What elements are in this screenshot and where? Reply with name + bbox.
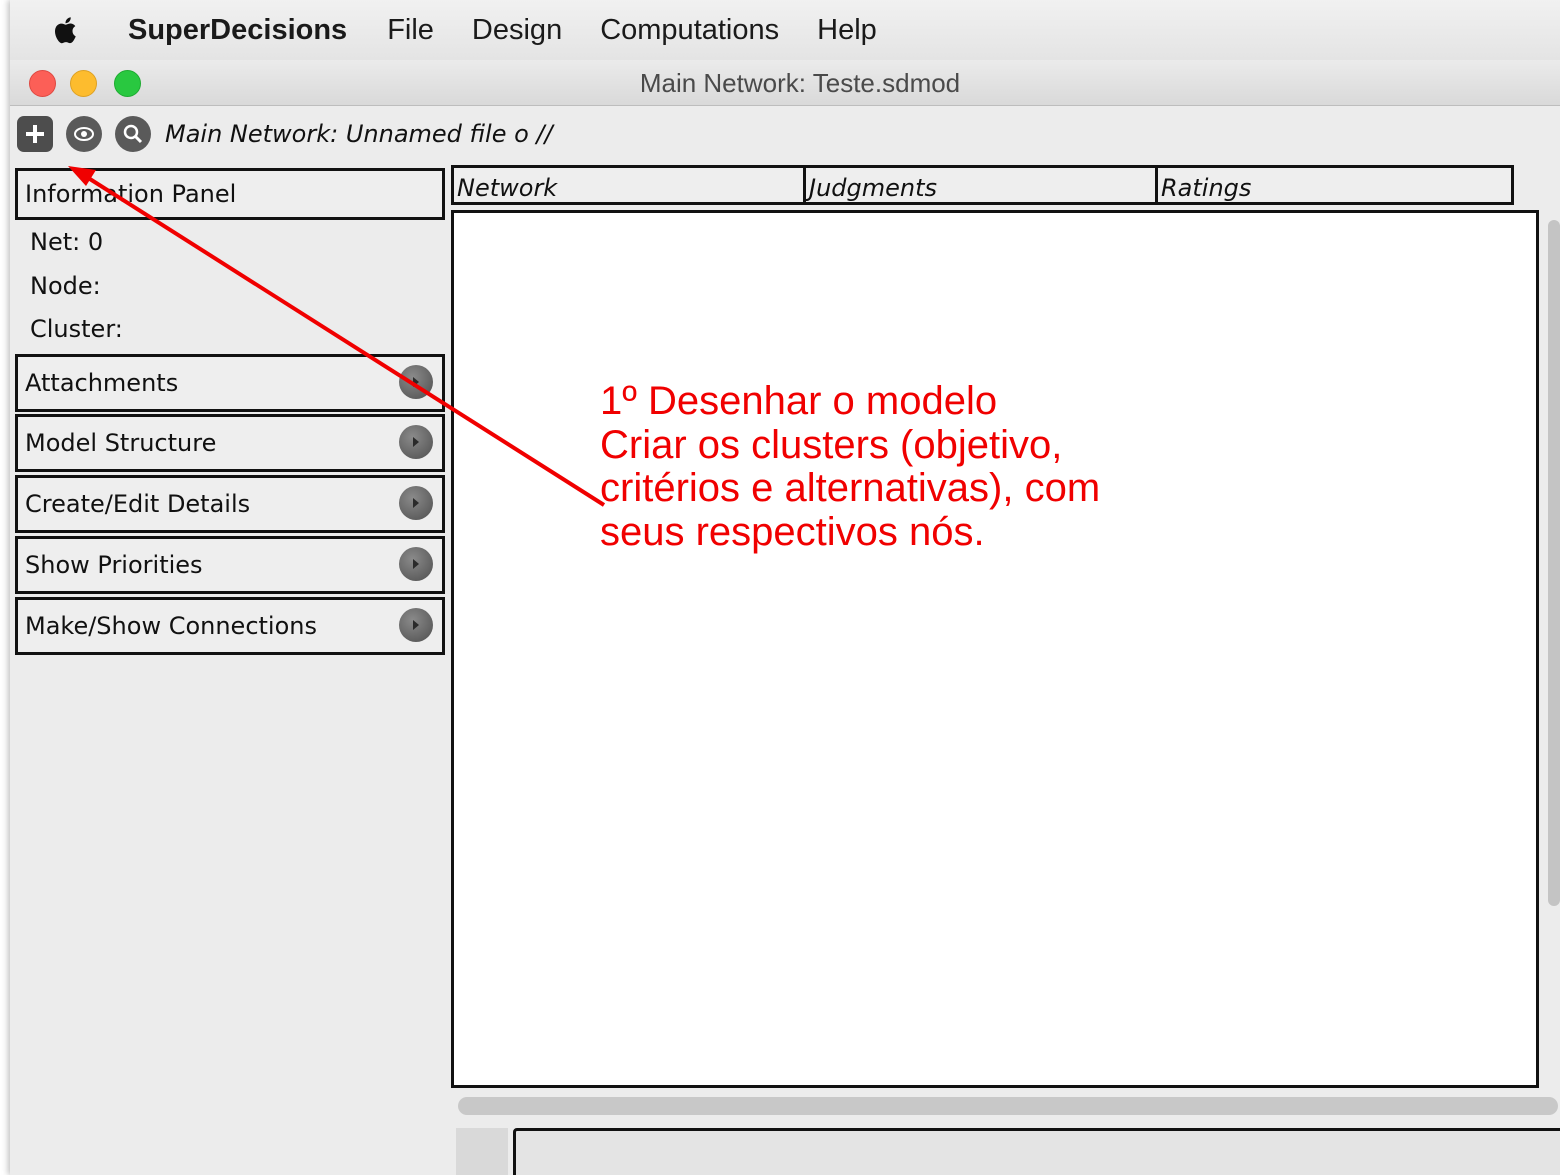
section-make-show-connections-label: Make/Show Connections [25,612,317,640]
section-create-edit-details[interactable]: Create/Edit Details [15,475,445,533]
annotation-line-3: critérios e alternativas), com [600,466,1101,510]
information-panel-label: Information Panel [25,180,237,208]
section-show-priorities-label: Show Priorities [25,551,203,579]
node-info: Node: [30,272,101,300]
network-path-label: Main Network: Unnamed file o // [165,120,553,148]
menu-help[interactable]: Help [817,14,877,47]
superdecisions-window: SuperDecisions File Design Computations … [10,0,1560,1175]
eye-icon[interactable] [66,116,102,152]
menu-file[interactable]: File [387,14,434,47]
annotation-line-2: Criar os clusters (objetivo, [600,422,1063,467]
chevron-right-icon[interactable] [399,365,433,399]
vertical-scrollbar[interactable] [1548,220,1560,906]
horizontal-scrollbar[interactable] [458,1097,1558,1115]
title-bar: Main Network: Teste.sdmod [10,60,1560,106]
section-attachments-label: Attachments [25,369,179,397]
menu-bar: SuperDecisions File Design Computations … [10,0,1560,61]
apple-menu-icon[interactable] [52,14,92,46]
bottom-status-field [513,1128,1560,1175]
information-panel-header[interactable]: Information Panel [15,168,445,220]
tab-ratings[interactable]: Ratings [1155,165,1514,205]
menu-app-name[interactable]: SuperDecisions [128,14,347,47]
tab-network[interactable]: Network [451,165,806,205]
left-panel: Information Panel Net: 0 Node: Cluster: … [10,162,450,1175]
annotation-line-4: seus respectivos nós. [600,509,985,554]
section-create-edit-details-label: Create/Edit Details [25,490,251,518]
menu-computations[interactable]: Computations [600,14,779,47]
section-model-structure-label: Model Structure [25,429,217,457]
section-show-priorities[interactable]: Show Priorities [15,536,445,594]
menu-design[interactable]: Design [472,14,562,47]
section-make-show-connections[interactable]: Make/Show Connections [15,597,445,655]
annotation-text: 1º Desenhar o modelo Criar os clusters (… [600,379,1300,554]
chevron-right-icon[interactable] [399,547,433,581]
cluster-info: Cluster: [30,315,123,343]
window-title: Main Network: Teste.sdmod [639,68,961,98]
net-info: Net: 0 [30,228,104,256]
plus-icon[interactable] [17,116,53,152]
section-attachments[interactable]: Attachments [15,354,445,412]
chevron-right-icon[interactable] [399,425,433,459]
chevron-right-icon[interactable] [399,608,433,642]
tab-judgments[interactable]: Judgments [803,165,1158,205]
annotation-line-1: 1º Desenhar o modelo [600,379,998,423]
section-model-structure[interactable]: Model Structure [15,414,445,472]
toolbar: Main Network: Unnamed file o // [10,106,1560,162]
network-canvas[interactable] [451,210,1539,1088]
search-icon[interactable] [115,116,151,152]
chevron-right-icon[interactable] [399,486,433,520]
bottom-left-cell [456,1128,508,1175]
